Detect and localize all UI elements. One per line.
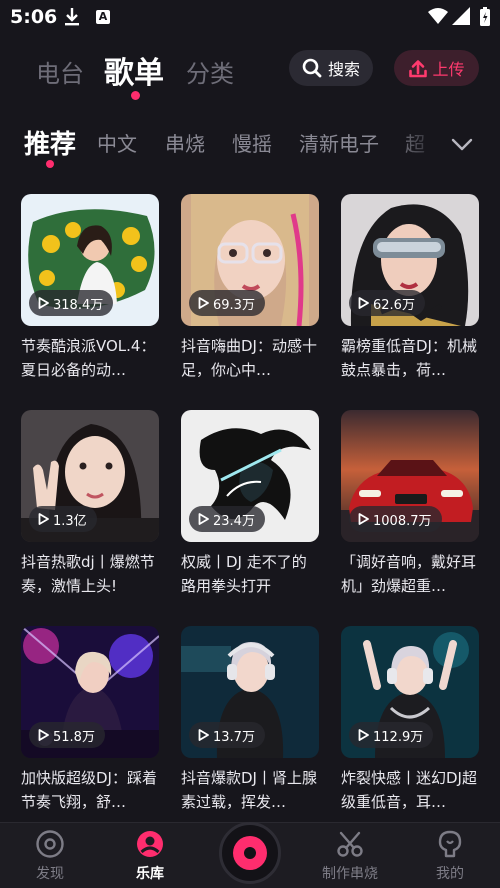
nav-discover-label: 发现 — [36, 866, 64, 882]
play-count: 51.8万 — [53, 729, 95, 745]
active-tab-indicator — [131, 91, 140, 100]
subtab-slow-rock[interactable]: 慢摇 — [232, 128, 272, 157]
subtab-medley[interactable]: 串烧 — [165, 128, 205, 157]
subcategory-tabs: 推荐 中文 串烧 慢摇 清新电子 超 — [0, 122, 500, 168]
status-time: 5:06 — [10, 6, 58, 28]
subtab-recommended[interactable]: 推荐 — [24, 124, 76, 161]
playlist-title: 加快版超级DJ：踩着节奏飞翔，舒… — [21, 769, 157, 811]
play-icon — [198, 297, 209, 309]
playlist-cover: 13.7万 — [181, 626, 319, 758]
nav-library[interactable]: 乐库 — [110, 829, 190, 885]
playlist-card[interactable]: 112.9万 炸裂快感丨迷幻DJ超级重低音，耳… — [341, 626, 479, 814]
playlist-title: 抖音热歌dj丨爆燃节奏，激情上头! — [21, 553, 155, 595]
play-icon — [198, 513, 209, 525]
profile-head-icon — [438, 830, 462, 858]
subtab-fade — [390, 122, 500, 168]
subtab-chinese[interactable]: 中文 — [97, 128, 137, 157]
search-label: 搜索 — [327, 60, 360, 79]
download-icon — [65, 8, 79, 26]
playlist-card[interactable]: 69.3万 抖音嗨曲DJ：动感十足，你心中… — [181, 194, 319, 382]
playlist-title: 霸榜重低音DJ：机械鼓点暴击，荷… — [341, 337, 477, 379]
playlist-grid: 318.4万 节奏酷浪派VOL.4：夏日必备的动… 69.3万 抖音嗨曲DJ：动… — [21, 194, 479, 824]
play-icon — [358, 729, 369, 741]
play-count: 112.9万 — [373, 729, 424, 745]
status-bar: 5:06 A — [0, 0, 500, 34]
play-count-badge: 318.4万 — [29, 290, 114, 316]
upload-label: 上传 — [432, 60, 465, 79]
header: 电台 歌单 分类 搜索 上传 — [0, 44, 500, 104]
play-icon — [198, 729, 209, 741]
playlist-cover: 1008.7万 — [341, 410, 479, 542]
search-icon — [302, 58, 322, 78]
library-person-icon — [137, 831, 163, 857]
record-button[interactable] — [219, 822, 281, 884]
play-count: 23.4万 — [213, 513, 255, 529]
tab-category[interactable]: 分类 — [186, 54, 234, 89]
nav-discover[interactable]: 发现 — [10, 829, 90, 885]
wifi-icon — [428, 8, 448, 24]
playlist-cover: 69.3万 — [181, 194, 319, 326]
play-icon — [38, 729, 49, 741]
playlist-cover: 1.3亿 — [21, 410, 159, 542]
record-hole — [244, 847, 256, 859]
playlist-title: 「调好音响，戴好耳机」劲爆超重… — [341, 553, 477, 595]
subtab-fresh-electronic[interactable]: 清新电子 — [299, 128, 379, 157]
play-icon — [358, 297, 369, 309]
playlist-title: 炸裂快感丨迷幻DJ超级重低音，耳… — [341, 769, 477, 811]
playlist-title: 抖音嗨曲DJ：动感十足，你心中… — [181, 337, 317, 379]
play-count-badge: 23.4万 — [189, 506, 265, 532]
search-button[interactable]: 搜索 — [289, 50, 373, 86]
playlist-card[interactable]: 1008.7万 「调好音响，戴好耳机」劲爆超重… — [341, 410, 479, 598]
upload-icon — [409, 60, 428, 78]
play-count-badge: 62.6万 — [349, 290, 425, 316]
play-count-badge: 51.8万 — [29, 722, 105, 748]
nav-library-label: 乐库 — [136, 866, 164, 882]
play-count: 69.3万 — [213, 297, 255, 313]
chevron-down-icon[interactable] — [450, 132, 474, 156]
nav-make-mix[interactable]: 制作串烧 — [310, 829, 390, 885]
play-count-badge: 112.9万 — [349, 722, 434, 748]
playlist-cover: 318.4万 — [21, 194, 159, 326]
active-subtab-indicator — [46, 160, 54, 168]
play-count: 1.3亿 — [53, 513, 87, 529]
play-icon — [38, 297, 49, 309]
play-count: 1008.7万 — [373, 513, 432, 529]
play-count: 62.6万 — [373, 297, 415, 313]
playlist-card[interactable]: 318.4万 节奏酷浪派VOL.4：夏日必备的动… — [21, 194, 159, 382]
nav-mine-label: 我的 — [436, 866, 464, 882]
playlist-title: 抖音爆款DJ丨肾上腺素过载，挥发… — [181, 769, 317, 811]
play-count: 318.4万 — [53, 297, 104, 313]
tab-radio[interactable]: 电台 — [36, 54, 84, 89]
play-count-badge: 13.7万 — [189, 722, 265, 748]
playlist-card[interactable]: 1.3亿 抖音热歌dj丨爆燃节奏，激情上头! — [21, 410, 159, 598]
play-count: 13.7万 — [213, 729, 255, 745]
scissors-icon — [337, 831, 363, 857]
nav-mine[interactable]: 我的 — [410, 829, 490, 885]
record-icon — [233, 836, 267, 870]
playlist-cover: 51.8万 — [21, 626, 159, 758]
playlist-cover: 62.6万 — [341, 194, 479, 326]
playlist-card[interactable]: 51.8万 加快版超级DJ：踩着节奏飞翔，舒… — [21, 626, 159, 814]
play-icon — [38, 513, 49, 525]
playlist-card[interactable]: 23.4万 权威丨DJ 走不了的路用拳头打开 — [181, 410, 319, 598]
nav-make-mix-label: 制作串烧 — [322, 866, 378, 882]
play-count-badge: 1.3亿 — [29, 506, 97, 532]
disc-icon — [36, 830, 64, 858]
play-icon — [358, 513, 369, 525]
playlist-title: 权威丨DJ 走不了的路用拳头打开 — [181, 553, 307, 595]
playlist-card[interactable]: 62.6万 霸榜重低音DJ：机械鼓点暴击，荷… — [341, 194, 479, 382]
playlist-title: 节奏酷浪派VOL.4：夏日必备的动… — [21, 337, 156, 379]
a-notification-icon: A — [96, 10, 110, 24]
battery-charging-icon — [480, 7, 490, 26]
play-count-badge: 69.3万 — [189, 290, 265, 316]
signal-icon — [452, 7, 470, 25]
play-count-badge: 1008.7万 — [349, 506, 442, 532]
playlist-cover: 112.9万 — [341, 626, 479, 758]
tab-playlist[interactable]: 歌单 — [104, 48, 164, 92]
playlist-card[interactable]: 13.7万 抖音爆款DJ丨肾上腺素过载，挥发… — [181, 626, 319, 814]
playlist-cover: 23.4万 — [181, 410, 319, 542]
upload-button[interactable]: 上传 — [394, 50, 479, 86]
